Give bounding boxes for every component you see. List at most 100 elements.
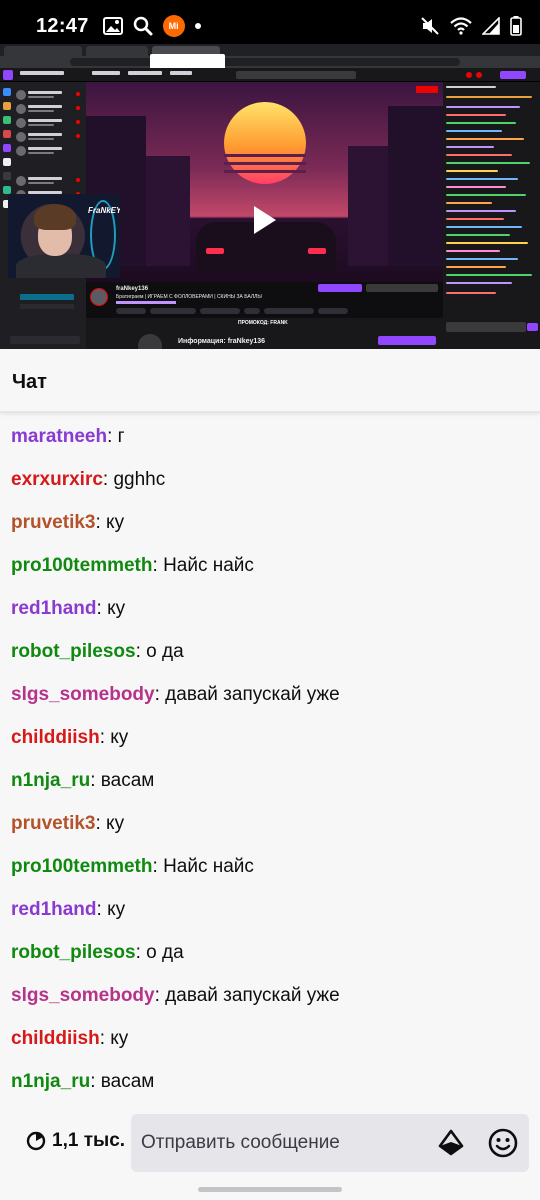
chat-username[interactable]: childdiish [11,727,100,748]
chat-message[interactable]: slgs_somebody: давай запускай уже [11,984,340,1008]
chat-username[interactable]: pruvetik3 [11,512,95,533]
chat-message[interactable]: robot_pilesos: о да [11,941,184,965]
chat-text: ку [107,899,126,920]
chat-message[interactable]: childdiish: ку [11,726,128,750]
chat-username[interactable]: pro100temmeth [11,856,153,877]
about-avatar [138,334,162,349]
channel-about-panel: ПРОМОКОД: FRANK Информация: fraNkey136 [86,318,443,349]
gift-sub-button [366,284,438,292]
browser-tabs [0,44,540,56]
rail-icon [3,144,11,152]
stream-tag [200,308,240,314]
battery-icon [510,16,522,36]
desktop-chat-panel [443,82,540,349]
search-icon [133,16,153,36]
chat-username[interactable]: red1hand [11,899,97,920]
chat-text: о да [146,641,184,662]
browser-url-box [70,58,460,66]
nav-item [128,71,162,75]
chat-message-list[interactable]: maratneeh: г exrxurxirc: gghhc pruvetik3… [0,416,540,1106]
chat-message[interactable]: maratneeh: г [11,425,125,449]
emote-icon[interactable] [487,1127,519,1159]
chat-text: ку [106,813,125,834]
chat-message[interactable]: robot_pilesos: о да [11,640,184,664]
chat-input-placeholder: Отправить сообщение [141,1132,340,1153]
chat-username[interactable]: robot_pilesos [11,641,136,662]
chat-username[interactable]: pruvetik3 [11,813,95,834]
chat-username[interactable]: pro100temmeth [11,555,153,576]
wifi-icon [450,17,472,35]
chat-username[interactable]: exrxurxirc [11,469,103,490]
chat-message[interactable]: childdiish: ку [11,1027,128,1051]
building [388,106,443,266]
channel-name: fraNkey136 [116,286,149,292]
chat-username[interactable]: childdiish [11,1028,100,1049]
chat-message[interactable]: n1nja_ru: васам [11,769,154,793]
chat-text: о да [146,942,184,963]
stream-tag [264,308,314,314]
chat-username[interactable]: slgs_somebody [11,985,155,1006]
rail-icon [3,172,11,180]
building [348,146,388,266]
chat-text: Найс найс [163,856,254,877]
stream-tag [150,308,196,314]
browser-tab [4,46,82,56]
chat-username[interactable]: slgs_somebody [11,684,155,705]
get-bits-button [500,71,526,79]
stream-tag [318,308,348,314]
chat-text: г [117,426,125,447]
sidebar-channel [16,104,82,116]
status-right-icons [420,16,522,36]
chat-message[interactable]: pro100temmeth: Найс найс [11,554,254,578]
gallery-icon [102,17,123,35]
play-icon[interactable] [254,206,276,234]
chat-text: ку [110,1028,129,1049]
nav-item [20,71,64,75]
streamer-webcam: FraNkEY [8,194,120,278]
channel-avatar [90,288,108,306]
gesture-nav-handle[interactable] [198,1187,342,1192]
chat-message[interactable]: slgs_somebody: давай запускай уже [11,683,340,707]
chat-message[interactable]: pruvetik3: ку [11,812,124,836]
chat-username[interactable]: red1hand [11,598,97,619]
chat-message[interactable]: pro100temmeth: Найс найс [11,855,254,879]
mute-icon [420,16,440,36]
promo-text: ПРОМОКОД: FRANK [238,320,288,326]
twitch-search-box [236,71,356,79]
mi-icon: Mi [162,15,185,37]
live-badge [416,86,438,93]
chat-message[interactable]: pruvetik3: ку [11,511,124,535]
chat-username[interactable]: n1nja_ru [11,770,90,791]
stream-tag [116,308,146,314]
overlay-bar [20,304,74,309]
twitch-logo-icon [3,70,13,80]
signal-icon [482,17,500,35]
stream-video-area[interactable]: FraNkEY fraNkey136 Братиграем | ИГРАЕМ С… [0,44,540,349]
chat-title: Чат [12,371,47,393]
sidebar-channel [16,176,82,188]
chat-message-input[interactable]: Отправить сообщение [131,1114,529,1172]
chat-text: ку [107,598,126,619]
chat-text: ку [110,727,129,748]
webcam-logo: FraNkEY [88,206,120,215]
chat-username[interactable]: robot_pilesos [11,942,136,963]
chat-username[interactable]: n1nja_ru [11,1071,90,1092]
building [146,156,190,266]
chat-message[interactable]: exrxurxirc: gghhc [11,468,165,492]
sidebar-channel [16,146,82,158]
chat-text: васам [100,1071,155,1092]
chat-message[interactable]: red1hand: ку [11,597,125,621]
desktop-chat-input [446,322,526,332]
chat-message[interactable]: red1hand: ку [11,898,125,922]
chat-header: Чат [0,349,540,413]
rail-icon [3,102,11,110]
sidebar-search [10,336,80,344]
status-time: 12:47 [36,14,89,37]
viewer-count[interactable]: 1,1 тыс. [26,1130,125,1152]
bits-icon[interactable] [436,1128,466,1158]
rail-icon [3,130,11,138]
chat-text: давай запускай уже [165,985,340,1006]
nav-item [92,71,120,75]
chat-message[interactable]: n1nja_ru: васам [11,1070,154,1094]
chat-username[interactable]: maratneeh [11,426,107,447]
